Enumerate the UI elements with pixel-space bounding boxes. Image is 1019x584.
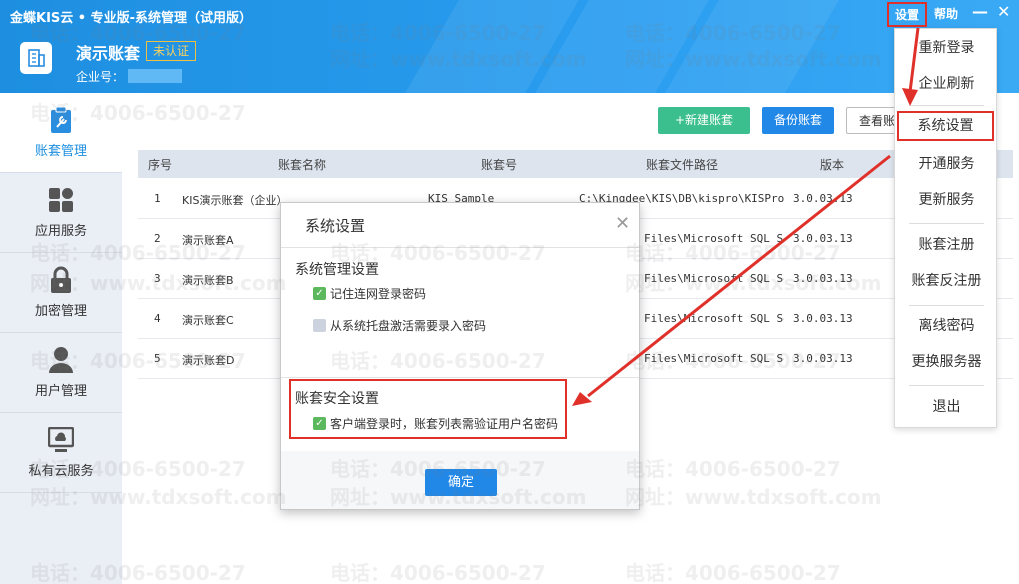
menu-divider — [909, 385, 984, 386]
row-number: 3 — [154, 272, 161, 285]
checkbox-checked-icon[interactable]: ✓ — [313, 287, 326, 300]
menu-item-system-settings[interactable]: 系统设置 — [897, 111, 994, 141]
header-bar: 金蝶KIS云 • 专业版-系统管理（试用版） 演示账套 未认证 企业号： 设置 … — [0, 0, 1019, 93]
remember-password-checkbox[interactable]: ✓ 记住连网登录密码 — [313, 285, 426, 302]
version-cell: 3.0.03.13 — [793, 192, 853, 205]
sidebar-item-encryption[interactable]: 加密管理 — [0, 253, 122, 333]
enterprise-label: 企业号： — [76, 70, 125, 84]
sidebar: 账套管理 应用服务 加密管理 用户管理 私有云服务 — [0, 93, 122, 584]
dialog-divider — [281, 247, 639, 248]
sidebar-item-account-management[interactable]: 账套管理 — [0, 93, 122, 173]
account-name[interactable]: 演示账套 — [76, 40, 140, 64]
column-header: 账套名称 — [278, 158, 327, 172]
close-button[interactable]: ✕ — [997, 2, 1010, 21]
help-menu-button[interactable]: 帮助 — [934, 5, 958, 22]
account-path-cell: Files\Microsoft SQL Ser — [644, 312, 784, 325]
version-cell: 3.0.03.13 — [793, 272, 853, 285]
account-name-cell: KIS演示账套（企业） — [182, 194, 288, 207]
checkbox-unchecked-icon[interactable] — [313, 319, 326, 332]
sidebar-item-label: 加密管理 — [34, 304, 87, 319]
sidebar-item-app-services[interactable]: 应用服务 — [0, 173, 122, 253]
section-title-security: 账套安全设置 — [295, 391, 379, 407]
uncertified-badge[interactable]: 未认证 — [146, 41, 197, 61]
lock-icon — [47, 266, 75, 294]
menu-item-update-service[interactable]: 更新服务 — [895, 185, 998, 215]
sidebar-item-label: 应用服务 — [34, 224, 87, 239]
enterprise-id-redacted — [128, 69, 182, 83]
account-name-cell: 演示账套A — [182, 234, 234, 247]
row-number: 2 — [154, 232, 161, 245]
column-header: 版本 — [820, 158, 845, 172]
menu-item-exit[interactable]: 退出 — [895, 392, 998, 422]
row-number: 4 — [154, 312, 161, 325]
user-icon — [47, 346, 75, 374]
verify-user-checkbox[interactable]: ✓ 客户端登录时，账套列表需验证用户名密码 — [313, 415, 558, 432]
sidebar-item-label: 私有云服务 — [28, 464, 94, 479]
version-cell: 3.0.03.13 — [793, 352, 853, 365]
menu-item-open-service[interactable]: 开通服务 — [895, 149, 998, 179]
sidebar-item-label: 账套管理 — [34, 144, 87, 159]
version-cell: 3.0.03.13 — [793, 312, 853, 325]
row-number: 5 — [154, 352, 161, 365]
checkbox-label: 记住连网登录密码 — [330, 287, 427, 301]
menu-item-account-register[interactable]: 账套注册 — [895, 230, 998, 260]
dialog-divider — [281, 377, 639, 378]
close-icon[interactable]: ✕ — [615, 213, 630, 234]
sidebar-item-user-management[interactable]: 用户管理 — [0, 333, 122, 413]
ok-button[interactable]: 确定 — [425, 469, 497, 496]
column-header: 账套文件路径 — [646, 158, 719, 172]
settings-dropdown-menu: 重新登录 企业刷新 系统设置 开通服务 更新服务 账套注册 账套反注册 离线密码… — [894, 28, 997, 428]
sidebar-item-private-cloud[interactable]: 私有云服务 — [0, 413, 122, 493]
row-number: 1 — [154, 192, 161, 205]
menu-divider — [909, 105, 984, 106]
backup-account-button[interactable]: 备份账套 — [762, 107, 834, 134]
column-header: 序号 — [148, 158, 173, 172]
account-name-cell: 演示账套C — [182, 314, 234, 327]
account-path-cell: Files\Microsoft SQL Ser — [644, 352, 784, 365]
menu-item-enterprise-refresh[interactable]: 企业刷新 — [895, 69, 998, 99]
checkbox-label: 客户端登录时，账套列表需验证用户名密码 — [330, 417, 559, 431]
menu-item-offline-password[interactable]: 离线密码 — [895, 311, 998, 341]
app-title: 金蝶KIS云 • 专业版-系统管理（试用版） — [10, 11, 253, 26]
cloud-monitor-icon — [47, 426, 75, 454]
dialog-title: 系统设置 — [305, 217, 366, 235]
sidebar-item-label: 用户管理 — [34, 384, 87, 399]
menu-divider — [909, 305, 984, 306]
settings-menu-button[interactable]: 设置 — [887, 2, 928, 27]
company-logo-icon — [20, 42, 52, 74]
checkbox-checked-icon[interactable]: ✓ — [313, 417, 326, 430]
menu-divider — [909, 223, 984, 224]
wrench-clipboard-icon — [47, 106, 75, 134]
account-path-cell: Files\Microsoft SQL Ser — [644, 272, 784, 285]
section-title-system: 系统管理设置 — [295, 262, 379, 278]
minimize-button[interactable]: — — [972, 2, 988, 21]
table-header: 序号 账套名称 账套号 账套文件路径 版本 — [138, 150, 1013, 178]
account-path-cell: Files\Microsoft SQL Ser — [644, 232, 784, 245]
apps-grid-icon — [47, 186, 75, 214]
menu-item-change-server[interactable]: 更换服务器 — [895, 347, 998, 377]
tray-password-checkbox[interactable]: 从系统托盘激活需要录入密码 — [313, 317, 486, 334]
version-cell: 3.0.03.13 — [793, 232, 853, 245]
column-header: 账套号 — [481, 158, 518, 172]
menu-item-relogin[interactable]: 重新登录 — [895, 33, 998, 63]
new-account-button[interactable]: +新建账套 — [658, 107, 750, 134]
checkbox-label: 从系统托盘激活需要录入密码 — [330, 319, 487, 333]
account-name-cell: 演示账套B — [182, 274, 234, 287]
account-name-cell: 演示账套D — [182, 354, 235, 367]
menu-item-account-unregister[interactable]: 账套反注册 — [895, 266, 998, 296]
system-settings-dialog: 系统设置 ✕ 系统管理设置 ✓ 记住连网登录密码 从系统托盘激活需要录入密码 账… — [280, 202, 640, 510]
